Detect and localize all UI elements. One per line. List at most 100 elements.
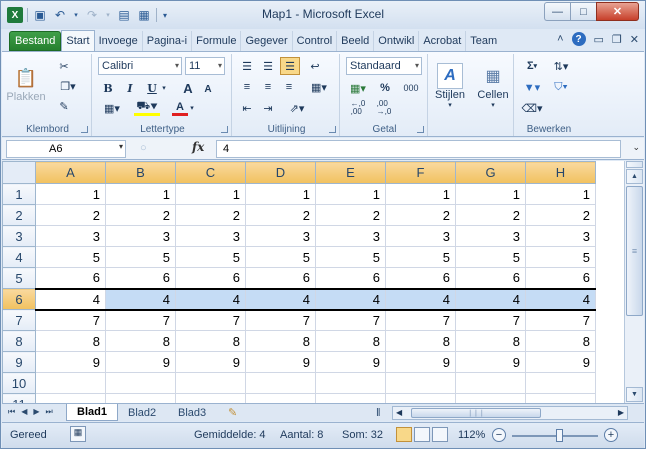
styles-button[interactable]: A Stijlen ▾ bbox=[430, 56, 470, 116]
number-launcher-icon[interactable] bbox=[417, 126, 424, 133]
cell[interactable] bbox=[385, 393, 456, 403]
select-all-corner[interactable] bbox=[2, 161, 36, 184]
increase-decimal-icon[interactable]: ←,0,00 bbox=[346, 100, 370, 116]
formula-input[interactable]: 4 bbox=[216, 140, 621, 158]
cells-button[interactable]: ▦ Cellen ▾ bbox=[472, 56, 514, 116]
cell[interactable]: 3 bbox=[315, 225, 386, 247]
cell[interactable]: 6 bbox=[105, 267, 176, 289]
first-sheet-icon[interactable]: ⏮ bbox=[8, 407, 15, 417]
tab-file[interactable]: Bestand bbox=[9, 31, 62, 51]
cell[interactable]: 1 bbox=[525, 183, 596, 205]
row-header[interactable]: 1 bbox=[2, 183, 36, 205]
column-header[interactable]: D bbox=[245, 161, 316, 184]
cell[interactable]: 9 bbox=[175, 351, 246, 373]
row-header[interactable]: 8 bbox=[2, 330, 36, 352]
decrease-indent-icon[interactable]: ⇤ bbox=[238, 100, 256, 116]
cell[interactable]: 3 bbox=[525, 225, 596, 247]
underline-button[interactable]: U bbox=[144, 80, 160, 96]
row-header[interactable]: 6 bbox=[2, 288, 36, 310]
cell[interactable]: 6 bbox=[245, 267, 316, 289]
tab-start[interactable]: Start bbox=[61, 30, 95, 51]
tab-data[interactable]: Gegever bbox=[241, 31, 293, 51]
cell[interactable]: 2 bbox=[245, 204, 316, 226]
tab-formulas[interactable]: Formule bbox=[192, 31, 242, 51]
cell[interactable]: 3 bbox=[455, 225, 526, 247]
cell[interactable]: 2 bbox=[175, 204, 246, 226]
autosum-button[interactable]: Σ ▾ bbox=[520, 58, 544, 74]
merge-center-icon[interactable]: ▦▾ bbox=[306, 79, 332, 95]
cell[interactable] bbox=[315, 393, 386, 403]
orientation-icon[interactable]: ⇗▾ bbox=[284, 100, 310, 116]
cell[interactable]: 1 bbox=[175, 183, 246, 205]
cell[interactable]: 1 bbox=[385, 183, 456, 205]
row-header[interactable]: 9 bbox=[2, 351, 36, 373]
cell[interactable]: 9 bbox=[525, 351, 596, 373]
row-header[interactable]: 7 bbox=[2, 309, 36, 331]
cell[interactable]: 2 bbox=[35, 204, 106, 226]
cell[interactable]: 3 bbox=[175, 225, 246, 247]
doc-close-icon[interactable]: ✕ bbox=[630, 33, 639, 46]
increase-indent-icon[interactable]: ⇥ bbox=[259, 100, 277, 116]
find-select-icon[interactable]: ⛉▾ bbox=[548, 79, 574, 95]
horizontal-scrollbar[interactable]: ◀ ❘❘❘ ▶ bbox=[392, 406, 628, 420]
shrink-font-button[interactable]: A bbox=[200, 82, 216, 96]
align-right-icon[interactable]: ≡ bbox=[280, 79, 298, 95]
tab-review[interactable]: Control bbox=[293, 31, 338, 51]
cell[interactable]: 4 bbox=[105, 287, 176, 311]
cell[interactable]: 8 bbox=[455, 330, 526, 352]
cell[interactable]: 4 bbox=[525, 287, 596, 311]
tab-page-layout[interactable]: Pagina-i bbox=[143, 31, 193, 51]
font-size-select[interactable]: 11 ▾ bbox=[185, 57, 225, 75]
cell[interactable]: 9 bbox=[455, 351, 526, 373]
cell[interactable]: 8 bbox=[105, 330, 176, 352]
number-format-select[interactable]: Standaard ▾ bbox=[346, 57, 422, 75]
name-box-dropdown-icon[interactable]: ▾ bbox=[119, 142, 123, 151]
minimize-ribbon-icon[interactable]: ˄ bbox=[557, 33, 563, 45]
cell[interactable]: 7 bbox=[105, 309, 176, 331]
cell[interactable]: 2 bbox=[455, 204, 526, 226]
percent-button[interactable]: % bbox=[378, 80, 392, 96]
zoom-slider-thumb[interactable] bbox=[556, 429, 563, 442]
column-header[interactable]: F bbox=[385, 161, 456, 184]
cell[interactable]: 3 bbox=[35, 225, 106, 247]
prev-sheet-icon[interactable]: ◀ bbox=[21, 407, 27, 417]
cell[interactable]: 6 bbox=[525, 267, 596, 289]
row-header[interactable]: 10 bbox=[2, 372, 36, 394]
zoom-out-icon[interactable]: − bbox=[492, 428, 506, 442]
cell[interactable]: 5 bbox=[105, 246, 176, 268]
cell[interactable]: 6 bbox=[315, 267, 386, 289]
cell[interactable] bbox=[455, 372, 526, 394]
maximize-button[interactable]: □ bbox=[570, 2, 596, 21]
cell[interactable] bbox=[525, 393, 596, 403]
align-middle-icon[interactable]: ☰ bbox=[259, 58, 277, 74]
wrap-text-icon[interactable]: ↩ bbox=[306, 58, 324, 74]
cell[interactable] bbox=[35, 372, 106, 394]
insert-function-button[interactable]: fx bbox=[192, 140, 204, 154]
cell[interactable]: 4 bbox=[455, 287, 526, 311]
tab-split-icon[interactable]: ‖ bbox=[372, 404, 385, 421]
column-header[interactable]: G bbox=[455, 161, 526, 184]
align-top-icon[interactable]: ☰ bbox=[238, 58, 256, 74]
cell[interactable] bbox=[105, 393, 176, 403]
cell[interactable]: 9 bbox=[315, 351, 386, 373]
cell[interactable]: 9 bbox=[245, 351, 316, 373]
cell[interactable] bbox=[175, 393, 246, 403]
cell[interactable]: 4 bbox=[315, 287, 386, 311]
sheet-tab-blad3[interactable]: Blad3 bbox=[168, 404, 216, 421]
normal-view-icon[interactable] bbox=[396, 427, 412, 442]
cell[interactable] bbox=[175, 372, 246, 394]
worksheet-grid[interactable]: A B C D E F G H 111111111222222222333333… bbox=[2, 161, 624, 403]
column-header[interactable]: A bbox=[35, 161, 106, 184]
cell[interactable] bbox=[105, 372, 176, 394]
underline-dropdown-icon[interactable]: ▾ bbox=[160, 80, 168, 96]
cell[interactable]: 4 bbox=[175, 287, 246, 311]
tab-developer[interactable]: Ontwikl bbox=[374, 31, 420, 51]
bold-button[interactable]: B bbox=[100, 80, 116, 96]
vertical-scroll-thumb[interactable]: ≡ bbox=[626, 186, 643, 316]
expand-formula-bar-icon[interactable]: ⌄ bbox=[632, 142, 640, 153]
cell[interactable]: 5 bbox=[455, 246, 526, 268]
font-name-select[interactable]: Calibri ▾ bbox=[98, 57, 182, 75]
tab-insert[interactable]: Invoege bbox=[95, 31, 143, 51]
cell[interactable]: 2 bbox=[525, 204, 596, 226]
cell[interactable]: 8 bbox=[385, 330, 456, 352]
